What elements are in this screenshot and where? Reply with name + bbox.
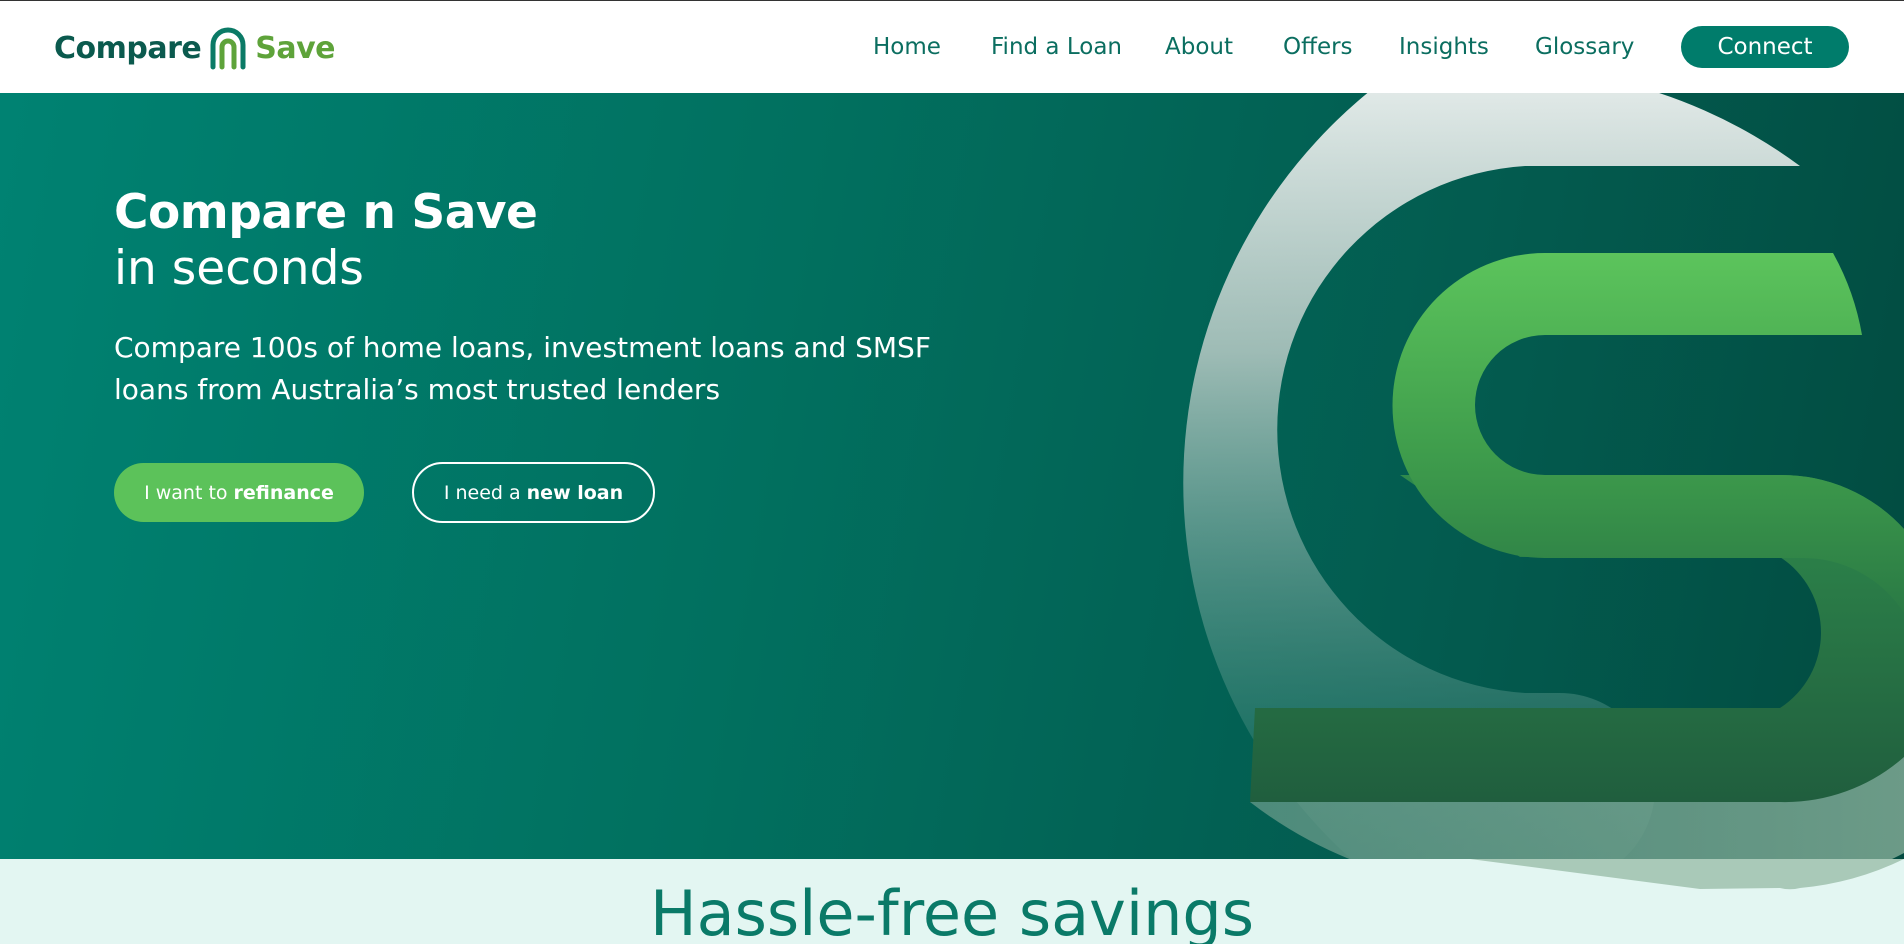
nav-glossary[interactable]: Glossary bbox=[1535, 29, 1634, 65]
top-navigation: Compare Save Home Find a Loan About Offe… bbox=[0, 0, 1904, 93]
nav-links: Home Find a Loan About Offers Insights G… bbox=[0, 29, 1904, 65]
nav-about[interactable]: About bbox=[1165, 29, 1233, 65]
refinance-button-bold: refinance bbox=[233, 481, 334, 504]
hero-section: Compare n Save in seconds Compare 100s o… bbox=[0, 93, 1904, 859]
savings-section: Hassle-free savings bbox=[0, 859, 1904, 944]
nav-insights[interactable]: Insights bbox=[1399, 29, 1489, 65]
section-title: Hassle-free savings bbox=[649, 877, 1255, 944]
hero-subtitle: Compare 100s of home loans, investment l… bbox=[114, 331, 931, 406]
hero-title-secondary: in seconds bbox=[114, 241, 364, 296]
nav-home[interactable]: Home bbox=[873, 29, 941, 65]
refinance-button-prefix: I want to bbox=[144, 481, 228, 504]
nav-find-a-loan[interactable]: Find a Loan bbox=[991, 29, 1122, 65]
new-loan-button[interactable]: I need a new loan bbox=[412, 462, 655, 523]
connect-button[interactable]: Connect bbox=[1681, 26, 1849, 68]
new-loan-button-prefix: I need a bbox=[443, 481, 521, 504]
refinance-button[interactable]: I want to refinance bbox=[114, 463, 364, 522]
nav-offers[interactable]: Offers bbox=[1283, 29, 1353, 65]
hero-title: Compare n Save bbox=[114, 185, 538, 240]
new-loan-button-bold: new loan bbox=[526, 481, 624, 504]
